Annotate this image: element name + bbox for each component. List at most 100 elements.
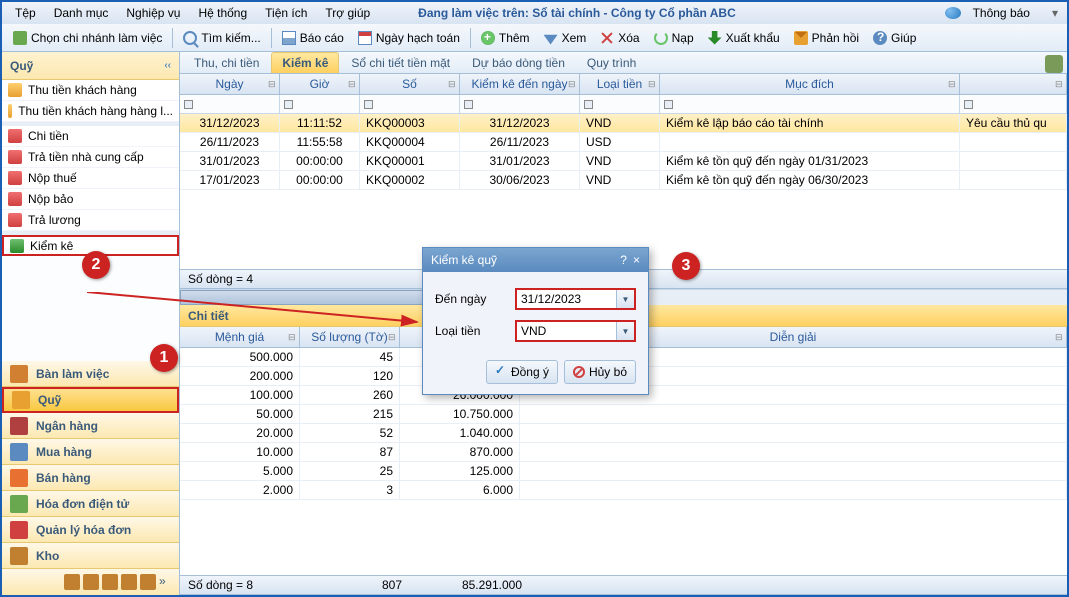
shortcut-icon[interactable]	[121, 574, 137, 590]
nav-item[interactable]: Mua hàng	[2, 439, 179, 465]
tab[interactable]: Sổ chi tiết tiền mặt	[341, 53, 460, 73]
column-header[interactable]: Giờ⊟	[280, 74, 360, 94]
sidebar-item[interactable]: Trả lương	[2, 210, 179, 231]
export-button[interactable]: Xuất khẩu	[702, 29, 786, 47]
filter-icon	[364, 100, 373, 109]
column-header[interactable]: Ngày⊟	[180, 74, 280, 94]
currency-input[interactable]: VND ▼	[515, 320, 636, 342]
column-header[interactable]: Kiểm kê đến ngày⊟	[460, 74, 580, 94]
pin-icon[interactable]: ⊟	[388, 332, 396, 340]
to-date-input[interactable]: 31/12/2023 ▼	[515, 288, 636, 310]
dialog-help-icon[interactable]: ?	[620, 253, 627, 267]
menu-utility[interactable]: Tiện ích	[257, 4, 315, 22]
column-header[interactable]: Mệnh giá⊟	[180, 327, 300, 347]
pin-icon[interactable]: ⊟	[448, 79, 456, 87]
table-row[interactable]: 17/01/202300:00:00KKQ0000230/06/2023VNDK…	[180, 171, 1067, 190]
column-header[interactable]: Số lượng (Tờ)⊟	[300, 327, 400, 347]
nav-icon	[10, 495, 28, 513]
nav-item[interactable]: Ngân hàng	[2, 413, 179, 439]
refresh-button[interactable]: Nạp	[648, 29, 700, 47]
currency-label: Loại tiền	[435, 324, 515, 338]
help-icon	[873, 31, 887, 45]
menu-file[interactable]: Tệp	[7, 4, 44, 22]
table-row[interactable]: 26/11/202311:55:58KKQ0000426/11/2023USD	[180, 133, 1067, 152]
table-row[interactable]: 50.00021510.750.000	[180, 405, 1067, 424]
tab[interactable]: Quy trình	[577, 53, 646, 73]
pin-icon[interactable]: ⊟	[1055, 332, 1063, 340]
pin-icon[interactable]: ⊟	[268, 79, 276, 87]
pin-icon[interactable]: ⊟	[948, 79, 956, 87]
sidebar-item[interactable]: Nộp thuế	[2, 168, 179, 189]
pin-icon[interactable]: ⊟	[348, 79, 356, 87]
nav-item[interactable]: Kho	[2, 543, 179, 569]
calendar-icon	[358, 31, 372, 45]
pin-icon[interactable]: ⊟	[648, 79, 656, 87]
table-row[interactable]: 31/12/202311:11:52KKQ0000331/12/2023VNDK…	[180, 114, 1067, 133]
table-row[interactable]: 5.00025125.000	[180, 462, 1067, 481]
pin-icon[interactable]: ⊟	[1055, 79, 1063, 87]
nav-item[interactable]: Hóa đơn điện tử	[2, 491, 179, 517]
notification-button[interactable]: Thông báo	[937, 2, 1046, 24]
column-header[interactable]: Số⊟	[360, 74, 460, 94]
shortcut-icon[interactable]	[64, 574, 80, 590]
cancel-button[interactable]: Hủy bỏ	[564, 360, 636, 384]
report-button[interactable]: Báo cáo	[276, 29, 350, 47]
sidebar-item[interactable]: Thu tiền khách hàng	[2, 80, 179, 101]
column-header[interactable]: ⊟	[960, 74, 1067, 94]
table-row[interactable]: 10.00087870.000	[180, 443, 1067, 462]
view-button[interactable]: Xem	[538, 29, 593, 47]
ok-button[interactable]: Đồng ý	[486, 360, 558, 384]
add-button[interactable]: Thêm	[475, 29, 536, 47]
table-row[interactable]: 31/01/202300:00:00KKQ0000131/01/2023VNDK…	[180, 152, 1067, 171]
shortcut-more-icon[interactable]: »	[159, 574, 175, 590]
search-button[interactable]: Tìm kiếm...	[177, 29, 266, 47]
gear-icon[interactable]	[1045, 55, 1063, 73]
view-icon	[544, 31, 558, 45]
menu-system[interactable]: Hệ thống	[190, 4, 255, 22]
shortcut-icon[interactable]	[140, 574, 156, 590]
nav-icon	[12, 391, 30, 409]
table-row[interactable]: 20.000521.040.000	[180, 424, 1067, 443]
filter-cell[interactable]	[280, 95, 360, 113]
tab[interactable]: Thu, chi tiền	[184, 53, 269, 73]
table-row[interactable]: 2.00036.000	[180, 481, 1067, 500]
filter-cell[interactable]	[660, 95, 960, 113]
tab[interactable]: Kiểm kê	[271, 52, 339, 73]
menu-help[interactable]: Trợ giúp	[317, 4, 378, 22]
delete-button[interactable]: Xóa	[594, 29, 645, 47]
date-button[interactable]: Ngày hạch toán	[352, 29, 466, 47]
sidebar-item[interactable]: Trả tiền nhà cung cấp	[2, 147, 179, 168]
pin-icon[interactable]: ⊟	[568, 79, 576, 87]
dialog-close-icon[interactable]: ×	[633, 253, 640, 267]
sidebar-item[interactable]: Chi tiền	[2, 126, 179, 147]
dialog-title-bar[interactable]: Kiểm kê quỹ ? ×	[423, 248, 648, 272]
nav-item[interactable]: Quỹ	[2, 387, 179, 413]
column-header[interactable]: Loại tiền⊟	[580, 74, 660, 94]
dropdown-icon[interactable]: ▾	[1048, 6, 1062, 20]
pin-icon[interactable]: ⊟	[288, 332, 296, 340]
tab-bar: Thu, chi tiềnKiểm kêSổ chi tiết tiền mặt…	[180, 52, 1067, 74]
sidebar-item[interactable]: Nộp bảo	[2, 189, 179, 210]
filter-cell[interactable]	[460, 95, 580, 113]
sidebar-title: Quỹ ‹‹	[2, 52, 179, 80]
nav-item[interactable]: Quản lý hóa đơn	[2, 517, 179, 543]
filter-cell[interactable]	[180, 95, 280, 113]
filter-cell[interactable]	[960, 95, 1067, 113]
help-button[interactable]: Giúp	[867, 29, 922, 47]
menu-operation[interactable]: Nghiệp vụ	[118, 4, 188, 22]
column-header[interactable]: Mục đích⊟	[660, 74, 960, 94]
shortcut-icon[interactable]	[83, 574, 99, 590]
sidebar-item[interactable]: Thu tiền khách hàng hàng l...	[2, 101, 179, 122]
branch-selector[interactable]: Chọn chi nhánh làm việc	[7, 29, 168, 47]
menu-catalog[interactable]: Danh mục	[46, 4, 117, 22]
shortcut-icon[interactable]	[102, 574, 118, 590]
cancel-icon	[573, 366, 585, 378]
filter-cell[interactable]	[580, 95, 660, 113]
collapse-icon[interactable]: ‹‹	[164, 60, 171, 71]
dropdown-icon[interactable]: ▼	[616, 290, 634, 308]
dropdown-icon[interactable]: ▼	[616, 322, 634, 340]
feedback-button[interactable]: Phản hồi	[788, 29, 865, 47]
tab[interactable]: Dự báo dòng tiền	[462, 53, 575, 73]
filter-cell[interactable]	[360, 95, 460, 113]
nav-item[interactable]: Bán hàng	[2, 465, 179, 491]
